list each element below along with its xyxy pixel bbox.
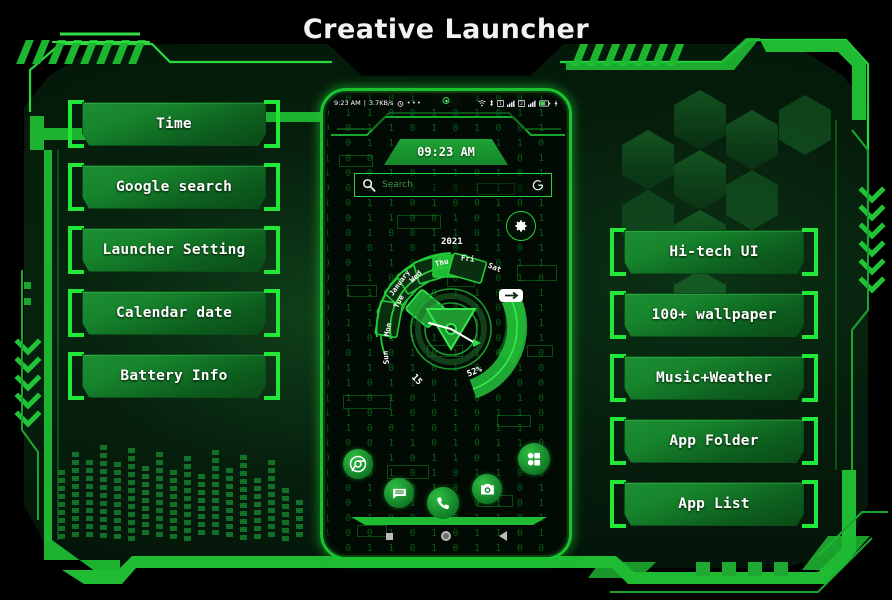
sim1-signal-icon: 1: [497, 99, 504, 107]
equalizer-bars: [44, 445, 303, 541]
front-camera-icon: [442, 97, 450, 104]
phone-screen: 1 0 1 0 1 1 0 1 0 0 1 0 1 1 0 0 1 0 1 0 …: [327, 95, 565, 553]
bracket-right-icon: [802, 291, 818, 339]
feature-button-label: Launcher Setting: [102, 242, 246, 258]
calendar-day-sun: Sun: [380, 350, 391, 365]
bracket-left-icon: [610, 480, 626, 528]
calendar-year: 2021: [441, 237, 463, 247]
battery-arc-icon: [499, 289, 523, 302]
bracket-right-icon: [802, 354, 818, 402]
bluetooth-icon: [490, 99, 493, 107]
feature-button-label: Calendar date: [115, 305, 233, 321]
phone-nav-bar: [327, 525, 565, 547]
bracket-left-icon: [68, 289, 84, 337]
camera-icon[interactable]: [479, 481, 496, 498]
sim2-signal-icon: 2: [518, 99, 525, 107]
signal-bars-2-icon: [528, 100, 536, 107]
app-grid-icon[interactable]: [524, 449, 544, 469]
phone-top-band: [331, 112, 565, 136]
search-bar[interactable]: Search: [354, 173, 552, 197]
svg-text:2: 2: [520, 101, 523, 106]
google-g-icon[interactable]: [532, 179, 544, 191]
svg-text:1: 1: [499, 101, 502, 106]
feature-button-app-folder[interactable]: App Folder: [610, 417, 818, 465]
feature-button-label: App Folder: [669, 433, 759, 449]
dock-item-camera[interactable]: [472, 474, 502, 504]
bracket-right-icon: [264, 100, 280, 148]
feature-button-label: Time: [156, 116, 192, 132]
feature-button-app-list[interactable]: App List: [610, 480, 818, 528]
phone-dock: [327, 443, 565, 519]
status-overflow-dots: •••: [406, 99, 422, 107]
wifi-icon: [478, 99, 486, 106]
chrome-icon[interactable]: [349, 455, 367, 473]
feature-button-hi-tech-ui[interactable]: Hi-tech UI: [610, 228, 818, 276]
search-input-placeholder[interactable]: Search: [382, 180, 526, 190]
page-title: Creative Launcher: [302, 14, 590, 45]
bracket-right-icon: [802, 480, 818, 528]
bracket-right-icon: [264, 289, 280, 337]
status-netspeed: 3.7KB/s: [368, 99, 394, 107]
feature-button-label: Google search: [115, 179, 233, 195]
feature-button-launcher-setting[interactable]: Launcher Setting: [68, 226, 280, 274]
bracket-left-icon: [610, 228, 626, 276]
bracket-right-icon: [802, 228, 818, 276]
status-right-group: 1 2: [478, 99, 558, 107]
bracket-left-icon: [68, 100, 84, 148]
calendar-battery-widget[interactable]: 2021 Fri Sat Thu Wed Tue Mon Sun January…: [355, 237, 547, 407]
feature-button-battery-info[interactable]: Battery Info: [68, 352, 280, 400]
feature-button-label: 100+ wallpaper: [651, 307, 777, 323]
phone-mockup: 1 0 1 0 1 1 0 1 0 0 1 0 1 1 0 0 1 0 1 0 …: [320, 88, 572, 560]
feature-button-label: Battery Info: [120, 368, 228, 384]
nav-home-button[interactable]: [440, 531, 451, 541]
clock-widget[interactable]: 09:23 AM: [384, 139, 508, 165]
bracket-right-icon: [802, 417, 818, 465]
feature-button-calendar-date[interactable]: Calendar date: [68, 289, 280, 337]
phone-notch: [431, 95, 461, 107]
nav-back-button[interactable]: [498, 531, 507, 541]
left-feature-list: Time Google search Launcher Setting Cale…: [68, 100, 280, 415]
phone-icon[interactable]: [435, 495, 452, 512]
bracket-left-icon: [68, 352, 84, 400]
battery-icon: [539, 100, 551, 106]
bracket-left-icon: [610, 291, 626, 339]
charging-bolt-icon: [554, 99, 558, 107]
bracket-left-icon: [610, 354, 626, 402]
launcher-screenshot: Creative Launcher Time Google search Lau…: [0, 0, 892, 600]
right-chevrons: [858, 186, 886, 294]
feature-button-google-search[interactable]: Google search: [68, 163, 280, 211]
bracket-left-icon: [68, 163, 84, 211]
bracket-right-icon: [264, 226, 280, 274]
dock-item-phone[interactable]: [427, 487, 459, 519]
bracket-left-icon: [68, 226, 84, 274]
gear-icon[interactable]: [513, 218, 529, 234]
dock-item-messages[interactable]: [384, 478, 414, 508]
right-edge-line: [851, 129, 869, 470]
signal-bars-1-icon: [507, 100, 515, 107]
dock-item-chrome[interactable]: [343, 449, 373, 479]
bracket-left-icon: [610, 417, 626, 465]
status-time: 9:23 AM: [334, 99, 361, 107]
feature-button-label: Music+Weather: [655, 370, 773, 386]
right-feature-list: Hi-tech UI 100+ wallpaper Music+Weather …: [610, 228, 818, 543]
alarm-icon: [397, 100, 403, 107]
feature-button-wallpaper[interactable]: 100+ wallpaper: [610, 291, 818, 339]
status-separator: |: [363, 99, 366, 107]
feature-button-label: App List: [678, 496, 750, 512]
calendar-day-fri: Fri: [460, 253, 475, 264]
left-edge-dashes: [24, 282, 31, 305]
feature-button-time[interactable]: Time: [68, 100, 280, 148]
dock-item-app-drawer[interactable]: [518, 443, 550, 475]
feature-button-label: Hi-tech UI: [669, 244, 759, 260]
bracket-right-icon: [264, 163, 280, 211]
nav-recents-button[interactable]: [385, 532, 393, 540]
bracket-right-icon: [264, 352, 280, 400]
status-left-group: 9:23 AM | 3.7KB/s •••: [334, 99, 422, 107]
clock-widget-time: 09:23 AM: [417, 145, 475, 159]
magnifier-icon[interactable]: [362, 178, 376, 192]
feature-button-music-weather[interactable]: Music+Weather: [610, 354, 818, 402]
message-icon[interactable]: [391, 485, 408, 502]
